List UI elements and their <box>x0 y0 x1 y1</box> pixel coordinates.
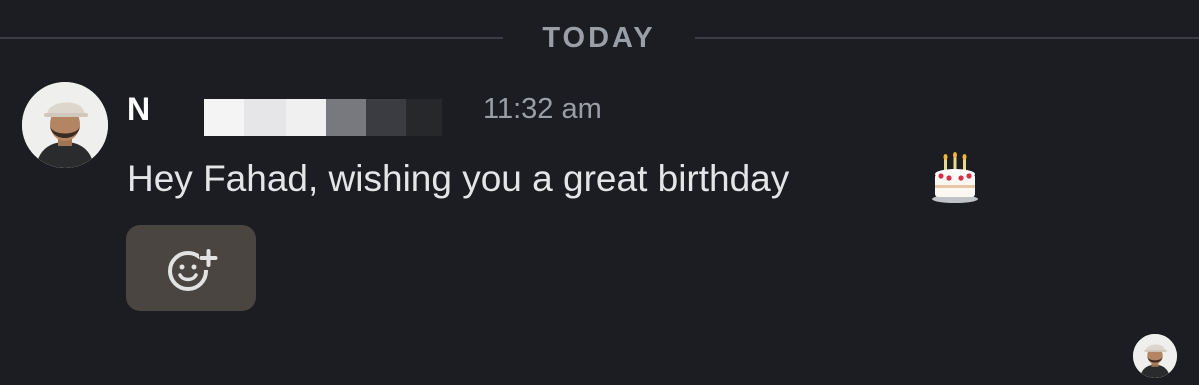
sender-name-initial: N <box>127 91 151 127</box>
add-reaction-button[interactable] <box>126 225 256 311</box>
add-reaction-icon <box>168 248 219 291</box>
redaction-block <box>406 99 442 136</box>
redaction-block <box>204 99 244 136</box>
birthday-cake-icon <box>932 152 978 203</box>
date-divider-line-right <box>695 37 1199 39</box>
date-divider-line-left <box>0 37 503 39</box>
person-avatar-icon <box>22 82 108 168</box>
message-timestamp: 11:32 am <box>483 93 602 125</box>
person-avatar-icon <box>1133 334 1177 378</box>
date-divider-label: TODAY <box>542 22 656 54</box>
message-body: Hey Fahad, wishing you a great birthday <box>127 158 790 199</box>
redaction-block <box>286 99 326 136</box>
sender-avatar[interactable] <box>22 82 108 168</box>
read-receipt-avatar[interactable] <box>1133 334 1177 378</box>
redaction-block <box>244 99 286 136</box>
redaction-block <box>326 99 366 136</box>
chat-view: TODAY N 11:32 am Hey Fahad, wishing you … <box>0 0 1199 385</box>
redaction-block <box>366 99 406 136</box>
